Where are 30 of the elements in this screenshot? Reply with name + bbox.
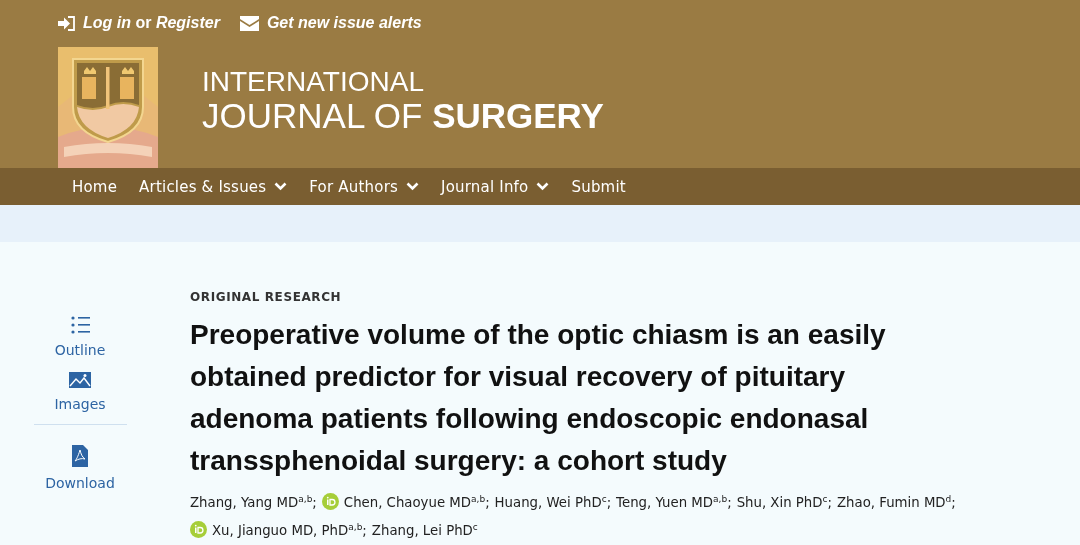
author-name[interactable]: Zhao, Fumin MD$^{d}$; bbox=[836, 488, 956, 515]
images-link[interactable]: Images bbox=[48, 372, 112, 412]
login-link[interactable]: Log in or Register bbox=[58, 14, 220, 32]
alerts-link[interactable]: Get new issue alerts bbox=[239, 14, 422, 32]
download-link[interactable]: Download bbox=[39, 445, 121, 491]
nav-item[interactable]: For Authors bbox=[309, 177, 420, 196]
author-name[interactable]: Huang, Wei PhD$^{c}$; bbox=[494, 488, 612, 515]
author-name[interactable]: Teng, Yuen MD$^{a,b}$; bbox=[616, 488, 732, 515]
nav-item[interactable]: Journal Info bbox=[441, 177, 550, 196]
nav-item[interactable]: Articles & Issues bbox=[139, 177, 288, 196]
article-type: ORIGINAL RESEARCH bbox=[190, 290, 343, 304]
author-name[interactable]: Zhang, Lei PhD$^{c}$ bbox=[371, 516, 478, 543]
author-name[interactable]: Chen, Chaoyue MD$^{a,b}$; bbox=[343, 488, 490, 515]
pdf-file-icon bbox=[72, 445, 88, 467]
image-icon bbox=[69, 372, 91, 388]
author-name[interactable]: Xu, Jianguo MD, PhD$^{a,b}$; bbox=[212, 516, 367, 543]
orcid-icon[interactable] bbox=[190, 521, 207, 539]
journal-crest-logo[interactable] bbox=[58, 47, 158, 168]
outline-link[interactable]: Outline bbox=[48, 316, 112, 358]
orcid-icon[interactable] bbox=[321, 492, 339, 510]
envelope-icon bbox=[239, 15, 259, 31]
nav-item[interactable]: Submit bbox=[571, 177, 626, 196]
author-name[interactable]: Zhang, Yang MD$^{a,b}$; bbox=[190, 488, 317, 515]
nav-item[interactable]: Home bbox=[72, 177, 118, 196]
article-title: Preoperative volume of the optic chiasm is an easily obtained predictor for visual recovery of pituitary adenoma patients following endoscopic endonasal transsphenoidal surgery: a cohort study bbox=[190, 318, 887, 478]
journal-title-line: INTERNATIONAL bbox=[202, 66, 425, 97]
sign-in-icon bbox=[58, 15, 75, 31]
journal-title-line: JOURNAL OF SURGERY bbox=[202, 96, 604, 135]
list-icon bbox=[70, 316, 90, 334]
author-name[interactable]: Shu, Xin PhD$^{c}$; bbox=[736, 488, 832, 515]
